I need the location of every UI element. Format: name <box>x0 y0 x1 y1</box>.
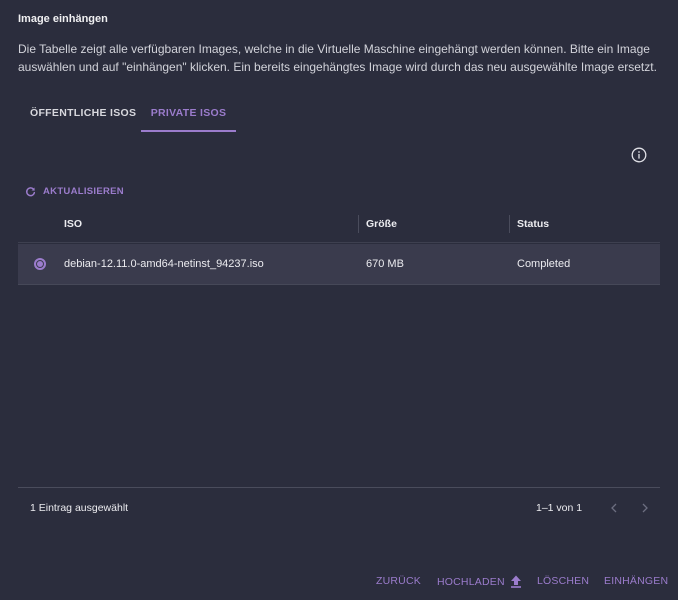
dialog-title: Image einhängen <box>18 13 108 25</box>
refresh-label: AKTUALISIEREN <box>43 185 124 197</box>
pagination-range: 1–1 von 1 <box>536 502 583 514</box>
column-header-size[interactable]: Größe <box>366 206 397 242</box>
tab-private-isos[interactable]: PRIVATE ISOS <box>141 100 236 132</box>
selected-count-text: 1 Eintrag ausgewählt <box>30 502 129 514</box>
refresh-button[interactable]: AKTUALISIEREN <box>25 184 124 198</box>
table-header: ISO Größe Status <box>18 206 660 243</box>
table-row[interactable]: debian-12.11.0-amd64-netinst_94237.iso 6… <box>18 244 660 285</box>
table-footer-divider <box>18 487 660 488</box>
column-header-status[interactable]: Status <box>517 206 549 242</box>
column-header-iso[interactable]: ISO <box>64 206 82 242</box>
tab-public-isos[interactable]: ÖFFENTLICHE ISOS <box>18 100 138 130</box>
delete-button[interactable]: LÖSCHEN <box>537 575 589 587</box>
upload-button[interactable]: HOCHLADEN <box>437 575 522 588</box>
column-divider <box>509 215 510 233</box>
mount-image-dialog: Image einhängen Die Tabelle zeigt alle v… <box>0 0 678 600</box>
chevron-right-icon[interactable] <box>638 500 652 516</box>
column-divider <box>358 215 359 233</box>
back-button[interactable]: ZURÜCK <box>376 575 421 587</box>
refresh-icon <box>26 186 36 196</box>
dialog-description: Die Tabelle zeigt alle verfügbaren Image… <box>18 42 657 74</box>
status-cell: Completed <box>517 258 571 270</box>
size-cell: 670 MB <box>366 258 404 270</box>
mount-button[interactable]: EINHÄNGEN <box>604 575 668 587</box>
iso-name-cell: debian-12.11.0-amd64-netinst_94237.iso <box>64 258 264 270</box>
info-icon[interactable] <box>631 147 647 163</box>
chevron-left-icon[interactable] <box>607 500 621 516</box>
upload-icon <box>510 575 521 588</box>
radio-selected-dot <box>37 261 43 267</box>
row-select-radio[interactable] <box>34 258 46 270</box>
upload-label: HOCHLADEN <box>437 575 505 588</box>
